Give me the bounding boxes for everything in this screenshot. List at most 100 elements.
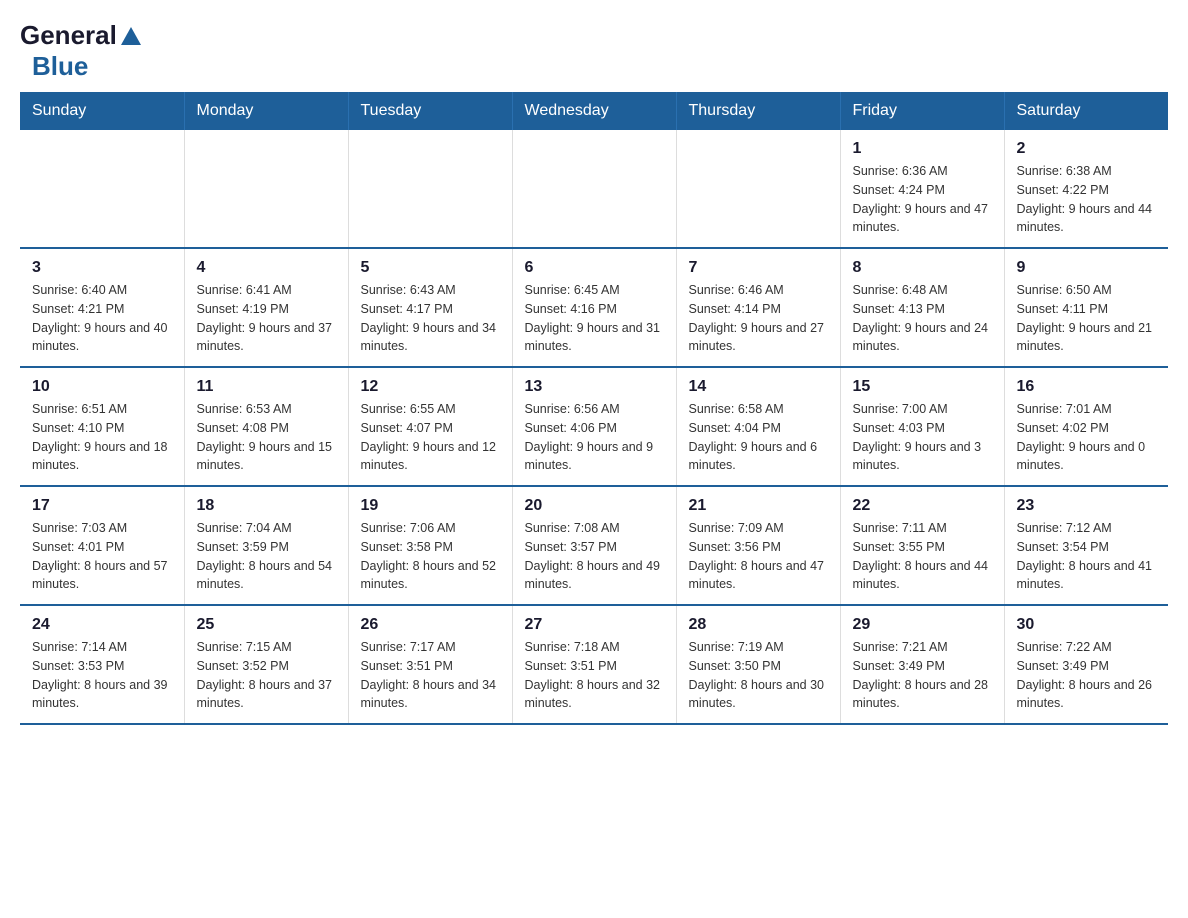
logo-triangle-icon [121,27,141,45]
day-number: 27 [525,616,664,634]
day-info: Sunrise: 6:41 AMSunset: 4:19 PMDaylight:… [197,281,336,356]
day-number: 30 [1017,616,1157,634]
weekday-header-wednesday: Wednesday [512,92,676,130]
day-info: Sunrise: 7:18 AMSunset: 3:51 PMDaylight:… [525,638,664,713]
day-number: 28 [689,616,828,634]
day-info: Sunrise: 6:50 AMSunset: 4:11 PMDaylight:… [1017,281,1157,356]
calendar-cell: 6Sunrise: 6:45 AMSunset: 4:16 PMDaylight… [512,248,676,367]
weekday-header-friday: Friday [840,92,1004,130]
day-number: 5 [361,259,500,277]
day-number: 19 [361,497,500,515]
calendar-cell: 13Sunrise: 6:56 AMSunset: 4:06 PMDayligh… [512,367,676,486]
day-info: Sunrise: 6:58 AMSunset: 4:04 PMDaylight:… [689,400,828,475]
day-number: 10 [32,378,172,396]
day-info: Sunrise: 7:08 AMSunset: 3:57 PMDaylight:… [525,519,664,594]
calendar-cell: 20 Sunrise: 7:08 AMSunset: 3:57 PMDayligh… [512,486,676,605]
calendar-cell: 22Sunrise: 7:11 AMSunset: 3:55 PMDayligh… [840,486,1004,605]
day-info: Sunrise: 6:51 AMSunset: 4:10 PMDaylight:… [32,400,172,475]
calendar-cell: 12 Sunrise: 6:55 AMSunset: 4:07 PMDayligh… [348,367,512,486]
calendar-week-row: 1 Sunrise: 6:36 AMSunset: 4:24 PMDaylight… [20,130,1168,248]
day-number: 11 [197,378,336,396]
day-info: Sunrise: 6:38 AMSunset: 4:22 PMDaylight:… [1017,162,1157,237]
day-number: 29 [853,616,992,634]
day-number: 24 [32,616,172,634]
calendar-week-row: 10 Sunrise: 6:51 AMSunset: 4:10 PMDayligh… [20,367,1168,486]
calendar-cell: 7Sunrise: 6:46 AMSunset: 4:14 PMDaylight… [676,248,840,367]
day-info: Sunrise: 7:06 AMSunset: 3:58 PMDaylight:… [361,519,500,594]
calendar-cell: 3Sunrise: 6:40 AMSunset: 4:21 PMDaylight… [20,248,184,367]
calendar-cell: 17Sunrise: 7:03 AMSunset: 4:01 PMDayligh… [20,486,184,605]
calendar-cell: 25 Sunrise: 7:15 AMSunset: 3:52 PMDayligh… [184,605,348,724]
calendar-cell: 1 Sunrise: 6:36 AMSunset: 4:24 PMDaylight… [840,130,1004,248]
day-number: 18 [197,497,336,515]
day-number: 25 [197,616,336,634]
day-number: 15 [853,378,992,396]
calendar-cell [20,130,184,248]
calendar-cell: 2 Sunrise: 6:38 AMSunset: 4:22 PMDaylight… [1004,130,1168,248]
weekday-header-thursday: Thursday [676,92,840,130]
calendar-cell: 24 Sunrise: 7:14 AMSunset: 3:53 PMDayligh… [20,605,184,724]
calendar-cell: 14 Sunrise: 6:58 AMSunset: 4:04 PMDayligh… [676,367,840,486]
calendar-cell [184,130,348,248]
weekday-header-tuesday: Tuesday [348,92,512,130]
calendar-cell: 16 Sunrise: 7:01 AMSunset: 4:02 PMDayligh… [1004,367,1168,486]
calendar-cell: 23 Sunrise: 7:12 AMSunset: 3:54 PMDayligh… [1004,486,1168,605]
calendar-cell: 4 Sunrise: 6:41 AMSunset: 4:19 PMDaylight… [184,248,348,367]
day-info: Sunrise: 7:21 AMSunset: 3:49 PMDaylight:… [853,638,992,713]
day-info: Sunrise: 7:01 AMSunset: 4:02 PMDaylight:… [1017,400,1157,475]
page-header: General Blue [20,20,1168,82]
calendar-cell: 10 Sunrise: 6:51 AMSunset: 4:10 PMDayligh… [20,367,184,486]
calendar-cell: 28 Sunrise: 7:19 AMSunset: 3:50 PMDayligh… [676,605,840,724]
calendar-cell: 26 Sunrise: 7:17 AMSunset: 3:51 PMDayligh… [348,605,512,724]
day-number: 17 [32,497,172,515]
day-info: Sunrise: 7:19 AMSunset: 3:50 PMDaylight:… [689,638,828,713]
day-info: Sunrise: 6:46 AMSunset: 4:14 PMDaylight:… [689,281,828,356]
calendar-cell [348,130,512,248]
weekday-header-saturday: Saturday [1004,92,1168,130]
day-number: 1 [853,140,992,158]
calendar-cell: 29 Sunrise: 7:21 AMSunset: 3:49 PMDayligh… [840,605,1004,724]
day-info: Sunrise: 6:43 AMSunset: 4:17 PMDaylight:… [361,281,500,356]
calendar-cell: 5 Sunrise: 6:43 AMSunset: 4:17 PMDaylight… [348,248,512,367]
day-number: 20 [525,497,664,515]
day-number: 3 [32,259,172,277]
calendar-cell: 18 Sunrise: 7:04 AMSunset: 3:59 PMDayligh… [184,486,348,605]
day-info: Sunrise: 7:12 AMSunset: 3:54 PMDaylight:… [1017,519,1157,594]
calendar-cell: 15Sunrise: 7:00 AMSunset: 4:03 PMDayligh… [840,367,1004,486]
day-number: 2 [1017,140,1157,158]
day-number: 14 [689,378,828,396]
day-number: 8 [853,259,992,277]
calendar-table: SundayMondayTuesdayWednesdayThursdayFrid… [20,92,1168,725]
day-info: Sunrise: 6:55 AMSunset: 4:07 PMDaylight:… [361,400,500,475]
calendar-cell: 21 Sunrise: 7:09 AMSunset: 3:56 PMDayligh… [676,486,840,605]
day-info: Sunrise: 6:36 AMSunset: 4:24 PMDaylight:… [853,162,992,237]
day-number: 16 [1017,378,1157,396]
logo-general-text: General [20,20,117,51]
logo-blue-text: Blue [32,51,88,81]
weekday-header-monday: Monday [184,92,348,130]
day-number: 13 [525,378,664,396]
calendar-week-row: 17Sunrise: 7:03 AMSunset: 4:01 PMDayligh… [20,486,1168,605]
calendar-week-row: 24 Sunrise: 7:14 AMSunset: 3:53 PMDayligh… [20,605,1168,724]
day-number: 9 [1017,259,1157,277]
calendar-cell: 19 Sunrise: 7:06 AMSunset: 3:58 PMDayligh… [348,486,512,605]
day-info: Sunrise: 7:22 AMSunset: 3:49 PMDaylight:… [1017,638,1157,713]
calendar-cell: 8 Sunrise: 6:48 AMSunset: 4:13 PMDaylight… [840,248,1004,367]
day-number: 26 [361,616,500,634]
logo: General Blue [20,20,141,82]
day-number: 4 [197,259,336,277]
day-info: Sunrise: 6:48 AMSunset: 4:13 PMDaylight:… [853,281,992,356]
calendar-week-row: 3Sunrise: 6:40 AMSunset: 4:21 PMDaylight… [20,248,1168,367]
day-number: 21 [689,497,828,515]
day-info: Sunrise: 7:17 AMSunset: 3:51 PMDaylight:… [361,638,500,713]
day-info: Sunrise: 7:09 AMSunset: 3:56 PMDaylight:… [689,519,828,594]
day-info: Sunrise: 7:15 AMSunset: 3:52 PMDaylight:… [197,638,336,713]
day-number: 22 [853,497,992,515]
calendar-cell: 27 Sunrise: 7:18 AMSunset: 3:51 PMDayligh… [512,605,676,724]
day-info: Sunrise: 7:04 AMSunset: 3:59 PMDaylight:… [197,519,336,594]
day-number: 12 [361,378,500,396]
day-info: Sunrise: 7:14 AMSunset: 3:53 PMDaylight:… [32,638,172,713]
day-info: Sunrise: 6:53 AMSunset: 4:08 PMDaylight:… [197,400,336,475]
day-number: 23 [1017,497,1157,515]
calendar-cell: 9 Sunrise: 6:50 AMSunset: 4:11 PMDaylight… [1004,248,1168,367]
